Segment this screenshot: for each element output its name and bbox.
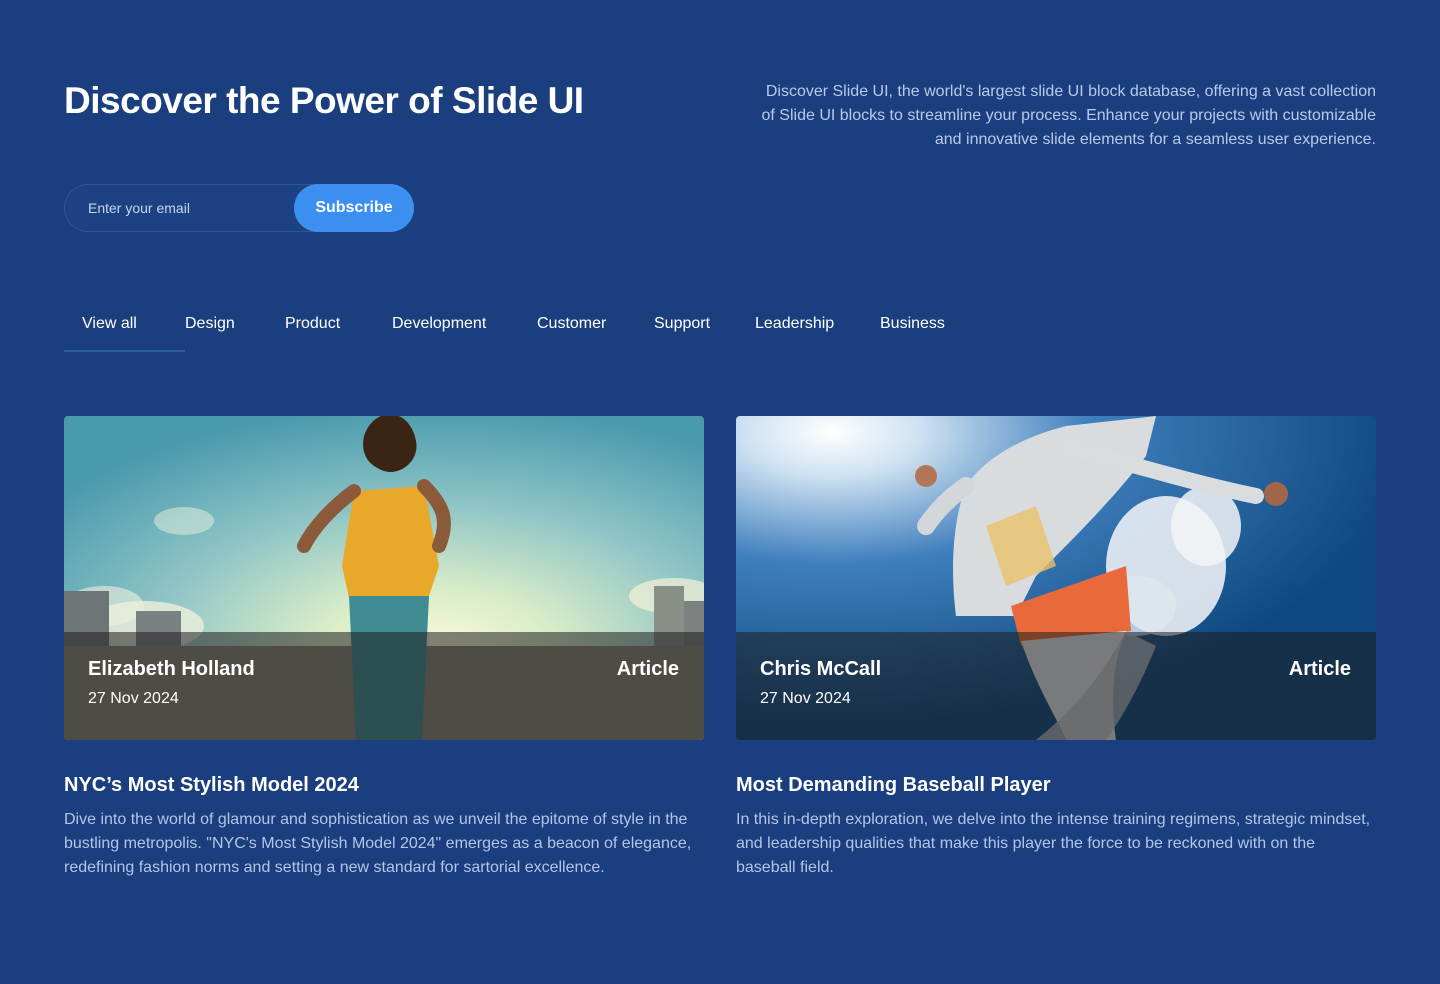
tab-product[interactable]: Product (285, 296, 392, 352)
post-excerpt: In this in-depth exploration, we delve i… (736, 811, 1371, 876)
email-input[interactable] (65, 185, 295, 231)
post-category: Article (1288, 658, 1351, 680)
tab-design[interactable]: Design (185, 296, 285, 352)
post-card[interactable]: Chris McCall 27 Nov 2024 Article Most De… (736, 416, 1376, 876)
post-date: 27 Nov 2024 (760, 690, 851, 707)
blog-section: Discover the Power of Slide UI Discover … (0, 0, 1440, 984)
page-title: Discover the Power of Slide UI (64, 80, 584, 121)
tab-leadership[interactable]: Leadership (755, 296, 880, 352)
post-category: Article (616, 658, 679, 680)
subscribe-form: Subscribe (64, 184, 414, 232)
tab-customer[interactable]: Customer (537, 296, 654, 352)
post-image[interactable]: Chris McCall 27 Nov 2024 Article (736, 416, 1376, 740)
card-overlay (64, 632, 704, 740)
post-image[interactable]: Elizabeth Holland 27 Nov 2024 Article (64, 416, 704, 740)
tab-development[interactable]: Development (392, 296, 537, 352)
post-title[interactable]: NYC’s Most Stylish Model 2024 (64, 774, 359, 797)
subscribe-button[interactable]: Subscribe (294, 184, 414, 232)
tab-support[interactable]: Support (654, 296, 755, 352)
category-tabs: View all Design Product Development Cust… (64, 296, 970, 352)
author-name: Chris McCall (760, 658, 882, 680)
post-excerpt: Dive into the world of glamour and sophi… (64, 811, 692, 876)
post-card[interactable]: Elizabeth Holland 27 Nov 2024 Article NY… (64, 416, 704, 876)
card-overlay (736, 632, 1376, 740)
tab-business[interactable]: Business (880, 296, 970, 352)
post-title[interactable]: Most Demanding Baseball Player (736, 774, 1051, 797)
author-name: Elizabeth Holland (88, 658, 255, 680)
page-description: Discover Slide UI, the world's largest s… (761, 83, 1377, 148)
post-date: 27 Nov 2024 (88, 690, 179, 707)
tab-view-all[interactable]: View all (64, 296, 185, 352)
